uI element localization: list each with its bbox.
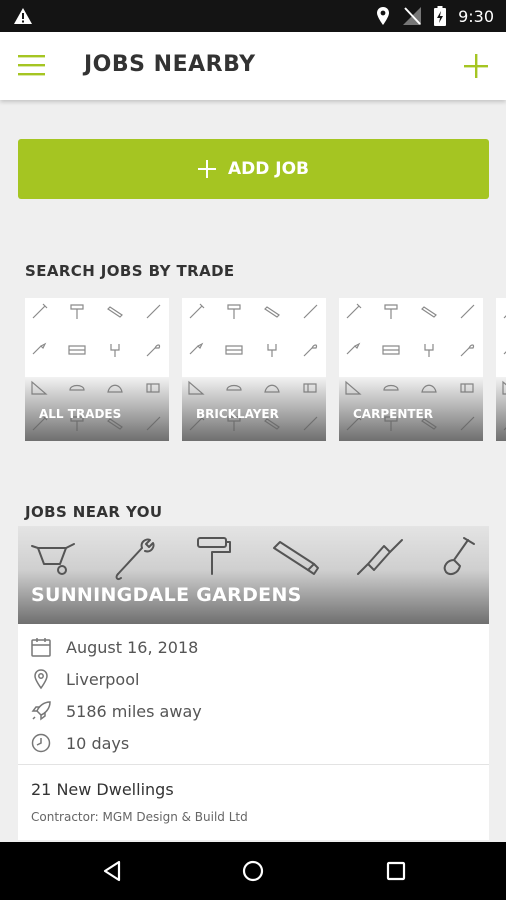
add-job-button[interactable]: ADD JOB [18, 139, 489, 199]
warning-icon [14, 8, 32, 24]
trade-card-bricklayer[interactable]: BRICKLAYER [182, 298, 326, 441]
location-pin-icon [34, 669, 48, 690]
tool-glyph [68, 345, 86, 355]
rocket-icon [31, 701, 51, 721]
tool-glyph [303, 344, 318, 357]
tool-glyph [264, 306, 280, 318]
tool-glyph [424, 344, 434, 357]
tools-banner-icon [31, 537, 475, 581]
trade-card-carpenter[interactable]: CARPENTER [339, 298, 483, 441]
recents-icon[interactable] [384, 859, 408, 883]
tool-glyph [227, 304, 241, 319]
tool-glyph [384, 304, 398, 319]
home-icon[interactable] [241, 859, 265, 883]
job-distance: 5186 miles away [66, 701, 202, 721]
tool-glyph [382, 345, 400, 355]
divider [18, 764, 489, 765]
jobs-section-title: JOBS NEAR YOU [25, 503, 163, 521]
tool-glyph [460, 304, 475, 319]
trades-section-title: SEARCH JOBS BY TRADE [25, 262, 235, 280]
tool-glyph [70, 304, 84, 319]
tool-glyph [346, 342, 361, 355]
tool-glyph [32, 342, 47, 355]
add-job-label: ADD JOB [227, 159, 310, 179]
tool-glyph [303, 304, 318, 319]
tool-glyph [225, 345, 243, 355]
job-location: Liverpool [66, 669, 140, 689]
tool-glyph [460, 344, 475, 357]
job-date-row: August 16, 2018 [30, 636, 198, 658]
location-icon [377, 7, 390, 25]
tool-glyph [32, 303, 48, 319]
tool-glyph [267, 344, 277, 357]
status-time: 9:30 [458, 6, 494, 26]
job-duration-row: 10 days [30, 732, 129, 754]
nav-bar [0, 842, 506, 900]
hamburger-icon[interactable] [18, 53, 46, 77]
job-card-header: SUNNINGDALE GARDENS [18, 526, 489, 624]
status-bar: 9:30 [0, 0, 506, 32]
plus-icon[interactable] [462, 52, 490, 80]
job-duration: 10 days [66, 733, 130, 753]
trade-label: CARPENTER [353, 407, 433, 421]
tool-glyph [421, 306, 437, 318]
tool-glyph [146, 344, 161, 357]
tool-glyph [346, 303, 362, 319]
job-name: 21 New Dwellings [31, 780, 174, 799]
trade-card-partial[interactable] [496, 298, 506, 441]
tool-glyph [189, 303, 205, 319]
back-icon[interactable] [100, 859, 124, 883]
job-title: SUNNINGDALE GARDENS [31, 584, 302, 606]
tool-glyph [146, 304, 161, 319]
battery-icon [434, 6, 447, 26]
app-bar: JOBS NEARBY [0, 32, 506, 100]
calendar-icon [31, 638, 51, 657]
job-location-row: Liverpool [30, 668, 139, 690]
job-card[interactable]: SUNNINGDALE GARDENS August 16, 2018 Live… [18, 526, 489, 840]
trade-label: BRICKLAYER [196, 407, 279, 421]
job-distance-row: 5186 miles away [30, 700, 202, 722]
trades-carousel[interactable]: ALL TRADES BRICKLAYER CARPENTER [25, 298, 506, 441]
clock-icon [31, 733, 51, 753]
no-signal-icon [403, 7, 422, 25]
job-contractor: Contractor: MGM Design & Build Ltd [31, 810, 248, 824]
trade-label: ALL TRADES [39, 407, 122, 421]
tool-glyph [107, 306, 123, 318]
trade-card-all-trades[interactable]: ALL TRADES [25, 298, 169, 441]
job-date: August 16, 2018 [66, 637, 199, 657]
tool-glyph [189, 342, 204, 355]
page-title: JOBS NEARBY [84, 52, 256, 77]
plus-icon [197, 160, 216, 178]
tool-glyph [110, 344, 120, 357]
